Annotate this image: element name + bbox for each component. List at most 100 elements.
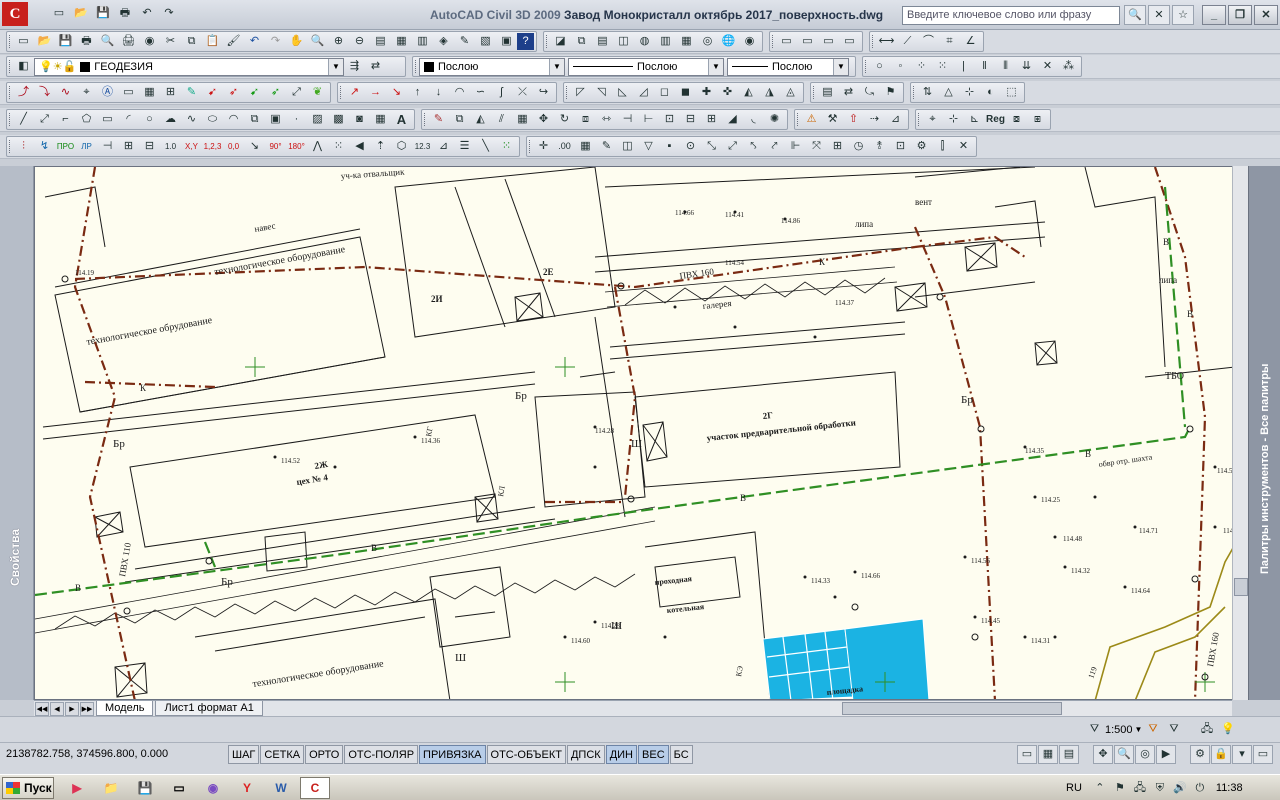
- chevron-down-icon[interactable]: ▼: [1135, 725, 1143, 734]
- geo-2-icon[interactable]: ↯: [34, 137, 55, 156]
- snap-target-icon[interactable]: ⌖: [922, 110, 943, 129]
- table-draw-icon[interactable]: ▦: [370, 110, 391, 129]
- offset-icon[interactable]: ⫽: [491, 110, 512, 129]
- viewport-1-icon[interactable]: ▭: [776, 32, 797, 51]
- horizontal-scroll-thumb[interactable]: [842, 702, 1062, 715]
- spline-draw-icon[interactable]: ∿: [181, 110, 202, 129]
- status-toggle[interactable]: СЕТКА: [260, 745, 305, 764]
- tray-bulb-icon[interactable]: 💡: [1217, 720, 1238, 739]
- layer-properties-icon[interactable]: ◧: [13, 57, 34, 76]
- dist-icon[interactable]: ⇢: [864, 110, 885, 129]
- geo-grid-icon[interactable]: ⁙: [328, 137, 349, 156]
- geo-5-icon[interactable]: ⊣: [97, 137, 118, 156]
- arrow-e-red-icon[interactable]: →: [365, 83, 386, 102]
- status-toggle[interactable]: ОТС-ПОЛЯР: [344, 745, 419, 764]
- chamfer-icon[interactable]: ◢: [722, 110, 743, 129]
- paste-icon[interactable]: 📋: [202, 32, 223, 51]
- clock[interactable]: 11:38: [1216, 782, 1243, 794]
- arrow-n-icon[interactable]: ↑: [407, 83, 428, 102]
- geo-180-icon[interactable]: 180°: [286, 137, 307, 156]
- ellipse-arc-icon[interactable]: ◠: [223, 110, 244, 129]
- communication-center-icon[interactable]: ✕: [1148, 5, 1170, 25]
- join-icon[interactable]: ⊞: [701, 110, 722, 129]
- geo2-16-icon[interactable]: ◷: [848, 137, 869, 156]
- infocenter-search-input[interactable]: Введите ключевое слово или фразу: [902, 6, 1120, 25]
- survey-5-icon[interactable]: ⇅: [917, 83, 938, 102]
- geo-dots-icon[interactable]: ⁙: [496, 137, 517, 156]
- wave-icon[interactable]: ∽: [470, 83, 491, 102]
- grid-snap-icon[interactable]: ⊹: [943, 110, 964, 129]
- map-icon[interactable]: ◍: [634, 32, 655, 51]
- status-menu-icon[interactable]: ▾: [1232, 745, 1252, 764]
- polygon-icon[interactable]: ⬠: [76, 110, 97, 129]
- tray-expand-icon[interactable]: ⌃: [1090, 779, 1110, 797]
- geo2-4-icon[interactable]: ✎: [596, 137, 617, 156]
- coordinates-readout[interactable]: 2138782.758, 374596.800, 0.000: [6, 748, 168, 760]
- geo2-12-icon[interactable]: ⤤: [764, 137, 785, 156]
- save-icon[interactable]: 💾: [92, 4, 114, 23]
- vault-icon[interactable]: ◎: [697, 32, 718, 51]
- warning-icon[interactable]: ⚠: [801, 110, 822, 129]
- annotation-visibility-icon[interactable]: ⛛: [1142, 720, 1163, 739]
- survey-4-icon[interactable]: ⚑: [880, 83, 901, 102]
- geo-7-icon[interactable]: ⊟: [139, 137, 160, 156]
- explode-icon[interactable]: ✺: [764, 110, 785, 129]
- cross-icon[interactable]: ✕: [1037, 57, 1058, 76]
- survey-2-icon[interactable]: ⇄: [838, 83, 859, 102]
- erase-icon[interactable]: ✎: [428, 110, 449, 129]
- annot-9-icon[interactable]: ◭: [738, 83, 759, 102]
- array-icon[interactable]: ▦: [512, 110, 533, 129]
- survey-3-icon[interactable]: ⤿: [859, 83, 880, 102]
- s-curve-icon[interactable]: ʃ: [491, 83, 512, 102]
- break-icon[interactable]: ⊟: [680, 110, 701, 129]
- linetype-select[interactable]: Послою ▼: [568, 57, 724, 76]
- zoom-window-icon[interactable]: ⊕: [328, 32, 349, 51]
- status-toggle[interactable]: ДИН: [605, 745, 638, 764]
- last-tab-icon[interactable]: ▶▶: [80, 701, 94, 716]
- layer-tools-icon[interactable]: ◪: [550, 32, 571, 51]
- search-icon[interactable]: 🔍: [1124, 5, 1146, 25]
- status-toggle[interactable]: ПРИВЯЗКА: [419, 745, 486, 764]
- make-block-icon[interactable]: ▣: [265, 110, 286, 129]
- globe-icon[interactable]: 🌐: [718, 32, 739, 51]
- geo-123-icon[interactable]: 1,2,3: [202, 137, 223, 156]
- construction-line-icon[interactable]: ⤢: [34, 110, 55, 129]
- pan-icon[interactable]: ✋: [286, 32, 307, 51]
- text-style-icon[interactable]: Ⓐ: [97, 83, 118, 102]
- status-toggle[interactable]: БС: [669, 745, 693, 764]
- leaf-icon[interactable]: ❦: [307, 83, 328, 102]
- sheet-set-icon[interactable]: ◈: [433, 32, 454, 51]
- arrow-ne-red-icon[interactable]: ↗: [344, 83, 365, 102]
- region-icon[interactable]: ◙: [349, 110, 370, 129]
- line-icon[interactable]: ╱: [13, 110, 34, 129]
- workspace-gear-icon[interactable]: ⚙: [1190, 745, 1210, 764]
- cut-icon[interactable]: ✂: [160, 32, 181, 51]
- plot-icon[interactable]: 🖶: [76, 32, 97, 51]
- ref-close-icon[interactable]: ⧆: [1027, 110, 1048, 129]
- word-icon[interactable]: W: [266, 777, 296, 799]
- make-current-icon[interactable]: ⇶: [344, 57, 365, 76]
- geo-xy-icon[interactable]: X,Y: [181, 137, 202, 156]
- geo2-3-icon[interactable]: ▦: [575, 137, 596, 156]
- tab-sheet1[interactable]: Лист1 формат А1: [155, 701, 263, 716]
- floppy-icon[interactable]: 💾: [130, 777, 160, 799]
- geo2-8-icon[interactable]: ⊙: [680, 137, 701, 156]
- geo-123b-icon[interactable]: 12.3: [412, 137, 433, 156]
- arc-draw-icon[interactable]: ◜: [118, 110, 139, 129]
- geo-pencil-icon[interactable]: ╲: [475, 137, 496, 156]
- model-space-icon[interactable]: ▭: [1017, 745, 1037, 764]
- drawing-canvas[interactable]: технологическое оборудование технологиче…: [34, 166, 1248, 700]
- toolspace-icon[interactable]: ▥: [655, 32, 676, 51]
- next-tab-icon[interactable]: ▶: [65, 701, 79, 716]
- cross-arrows-icon[interactable]: ⤫: [512, 83, 533, 102]
- dot-point-icon[interactable]: ◦: [890, 57, 911, 76]
- media-player-icon[interactable]: ▶: [62, 777, 92, 799]
- panorama-icon[interactable]: ▦: [676, 32, 697, 51]
- zoom-realtime-icon[interactable]: 🔍: [307, 32, 328, 51]
- app-menu-button[interactable]: C: [2, 2, 28, 26]
- survey-6-icon[interactable]: △: [938, 83, 959, 102]
- geo2-5-icon[interactable]: ◫: [617, 137, 638, 156]
- viber-icon[interactable]: ◉: [198, 777, 228, 799]
- copy-layer-icon[interactable]: ⧉: [571, 32, 592, 51]
- revcloud-icon[interactable]: ☁: [160, 110, 181, 129]
